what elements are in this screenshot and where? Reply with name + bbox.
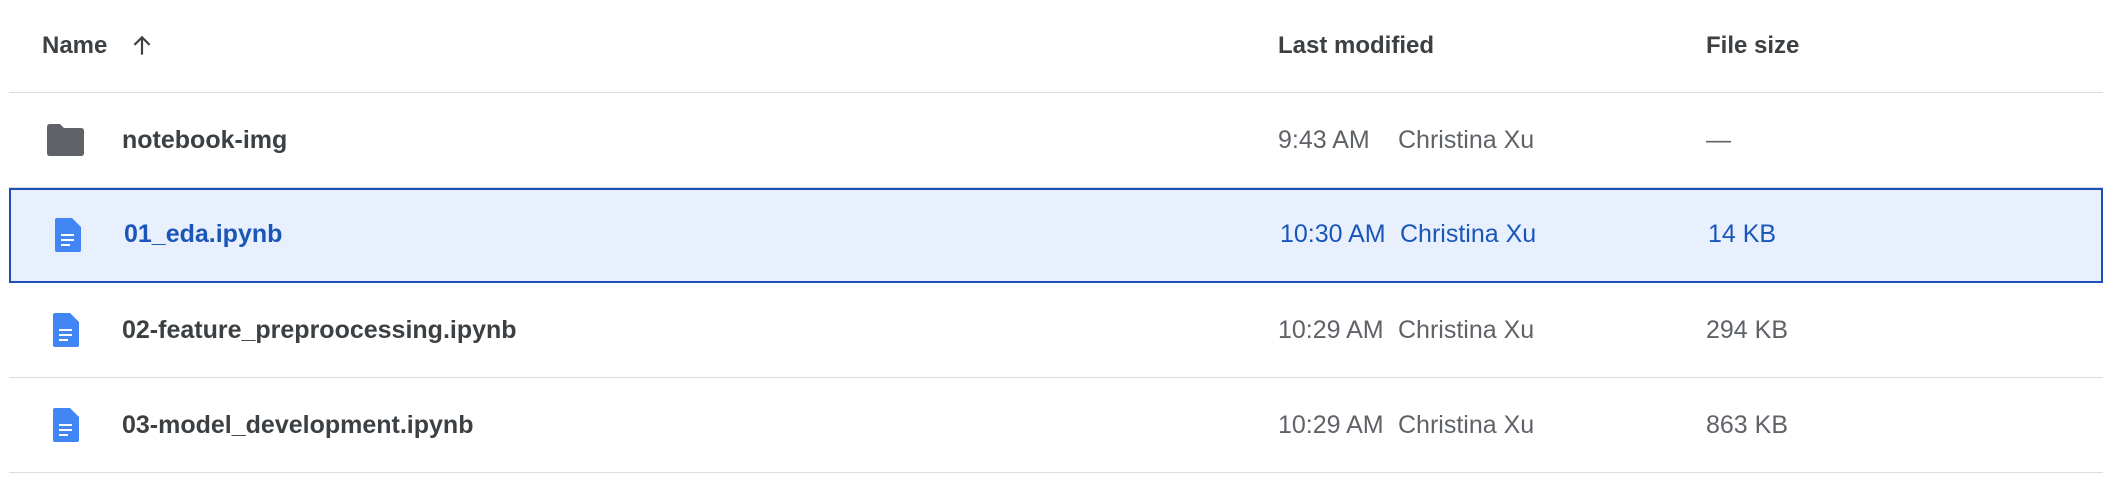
file-list: Name Last modified File size notebook-im…	[9, 0, 2103, 473]
table-row[interactable]: notebook-img 9:43 AM Christina Xu —	[9, 93, 2103, 188]
modified-by: Christina Xu	[1398, 315, 1535, 344]
file-name[interactable]: 02-feature_preproocessing.ipynb	[122, 283, 517, 377]
document-icon	[45, 189, 89, 280]
file-list-header: Name Last modified File size	[9, 0, 2103, 93]
file-size: —	[1706, 125, 1731, 154]
file-size: 863 KB	[1706, 410, 1789, 439]
name-column-label: Name	[42, 32, 108, 59]
file-size: 14 KB	[1708, 220, 1777, 248]
file-name[interactable]: 01_eda.ipynb	[124, 189, 282, 280]
table-row[interactable]: 03-model_development.ipynb 10:29 AM Chri…	[9, 378, 2103, 473]
table-row[interactable]: 02-feature_preproocessing.ipynb 10:29 AM…	[9, 283, 2103, 378]
file-size-column-header[interactable]: File size	[1706, 0, 1799, 92]
last-modified-column-header[interactable]: Last modified	[1278, 0, 1434, 92]
table-row-selected[interactable]: 01_eda.ipynb 10:30 AM Christina Xu 14 KB	[9, 188, 2103, 283]
modified-time: 9:43 AM	[1278, 125, 1370, 154]
document-icon	[43, 283, 87, 377]
modified-by: Christina Xu	[1398, 125, 1535, 154]
modified-time: 10:29 AM	[1278, 410, 1384, 439]
modified-time: 10:29 AM	[1278, 315, 1384, 344]
arrow-up-icon[interactable]	[129, 33, 155, 59]
modified-by: Christina Xu	[1400, 220, 1537, 248]
file-size: 294 KB	[1706, 315, 1789, 344]
document-icon	[43, 378, 87, 472]
file-name[interactable]: notebook-img	[122, 93, 287, 187]
name-column-header[interactable]: Name	[42, 0, 155, 92]
file-name[interactable]: 03-model_development.ipynb	[122, 378, 473, 472]
modified-time: 10:30 AM	[1280, 220, 1386, 248]
folder-icon	[43, 93, 87, 187]
modified-by: Christina Xu	[1398, 410, 1535, 439]
